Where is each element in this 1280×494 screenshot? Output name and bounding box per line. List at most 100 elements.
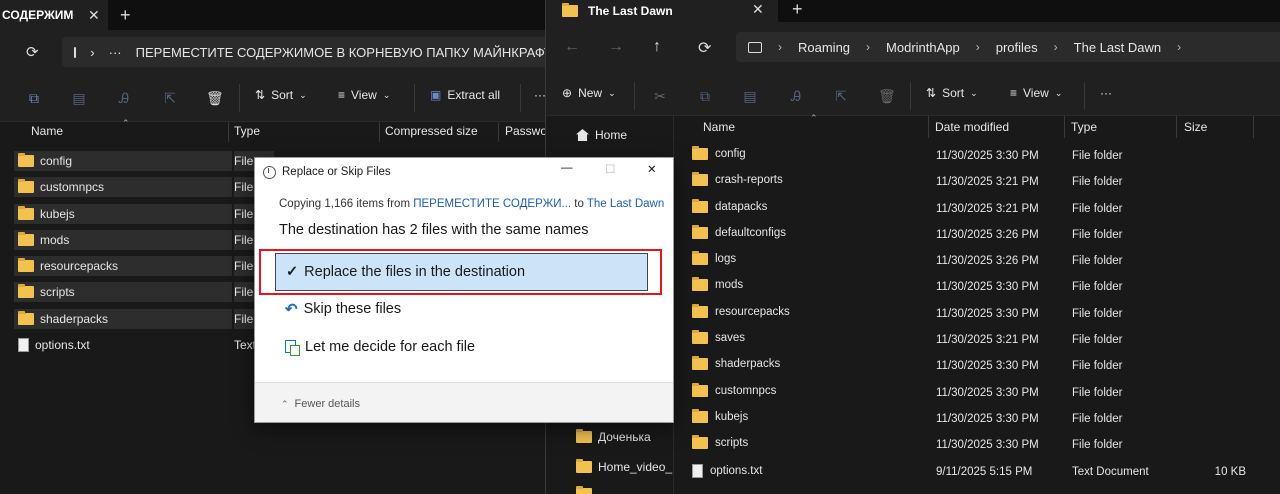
column-divider[interactable] <box>379 122 380 142</box>
right-tab[interactable]: The Last Dawn ✕ <box>546 0 778 22</box>
file-type: File folder <box>1072 202 1123 215</box>
table-row[interactable]: saves 11/30/2025 3:21 PM File folder <box>686 327 1276 353</box>
chevron-right-icon: › <box>1053 40 1058 54</box>
back-arrow-icon[interactable]: ← <box>564 38 580 56</box>
table-row[interactable]: resourcepacks 11/30/2025 3:30 PM File fold… <box>686 301 1276 327</box>
table-row[interactable]: scripts 11/30/2025 3:30 PM File folder <box>686 432 1276 458</box>
copy-source-link[interactable]: ПЕРЕМЕСТИТЕ СОДЕРЖИ... <box>413 198 571 210</box>
new-tab-icon[interactable]: + <box>792 0 803 20</box>
view-button[interactable]: ≡ View ⌄ <box>1010 86 1062 100</box>
table-row[interactable]: crash-reports 11/30/2025 3:21 PM File fold… <box>686 169 1276 195</box>
toolbar-divider <box>910 82 911 110</box>
column-divider[interactable] <box>1253 116 1254 138</box>
view-label: View <box>351 88 377 102</box>
close-icon[interactable]: ✕ <box>88 7 100 24</box>
column-divider[interactable] <box>1064 116 1065 138</box>
chevron-right-icon[interactable]: › <box>1177 40 1181 54</box>
column-type[interactable]: Type <box>1071 120 1097 134</box>
breadcrumb-item[interactable]: ModrinthApp <box>886 40 960 55</box>
copy-icon[interactable]: ⧉ <box>26 90 42 106</box>
view-button[interactable]: ≡ View ⌄ <box>338 88 390 102</box>
column-size[interactable]: Size <box>1184 120 1207 134</box>
maximize-icon[interactable]: ☐ <box>605 162 615 176</box>
table-row[interactable]: options.txt 9/11/2025 5:15 PM Text Documen… <box>686 459 1276 485</box>
up-arrow-icon[interactable]: ↑ <box>653 38 661 56</box>
table-row[interactable]: shaderpacks 11/30/2025 3:30 PM File folder <box>686 353 1276 379</box>
replace-files-option[interactable]: ✓ Replace the files in the destination <box>275 253 648 291</box>
folder-icon <box>692 224 708 239</box>
table-row[interactable]: kubejs 11/30/2025 3:30 PM File folder <box>686 406 1276 432</box>
folder-icon <box>692 172 708 187</box>
paste-icon[interactable]: ▤ <box>71 90 87 106</box>
table-row[interactable]: mods 11/30/2025 3:30 PM File folder <box>686 274 1276 300</box>
file-type: Text Document <box>1072 465 1149 478</box>
column-password[interactable]: Password <box>505 124 545 138</box>
chevron-up-icon: ⌃ <box>281 398 289 409</box>
breadcrumb-path[interactable]: ПЕРЕМЕСТИТЕ СОДЕРЖИМОЕ В КОРНЕВУЮ ПАПКУ … <box>136 45 545 60</box>
new-tab-icon[interactable]: + <box>120 5 131 26</box>
fewer-details-toggle[interactable]: ⌃ Fewer details <box>281 398 360 410</box>
toolbar-divider <box>414 84 415 112</box>
extract-all-button[interactable]: ▣ Extract all <box>430 88 500 102</box>
toolbar-divider <box>239 84 240 112</box>
nav-item-folder[interactable] <box>576 486 592 494</box>
file-type: File folder <box>1072 176 1123 189</box>
more-options-button[interactable]: ··· <box>534 88 545 102</box>
table-row[interactable]: datapacks 11/30/2025 3:21 PM File folder <box>686 196 1276 222</box>
sort-button[interactable]: ⇅ Sort ⌄ <box>926 86 978 100</box>
new-button[interactable]: ⊕ New ⌄ <box>562 86 616 100</box>
column-divider[interactable] <box>1176 116 1177 138</box>
clock-icon <box>263 165 276 179</box>
breadcrumb-item[interactable]: profiles <box>996 40 1038 55</box>
cut-icon[interactable]: ✂ <box>652 88 668 104</box>
more-options-button[interactable]: ··· <box>1100 86 1112 100</box>
column-name[interactable]: Name <box>703 120 735 134</box>
nav-item-folder[interactable]: Home_video_ <box>576 459 672 474</box>
decide-each-file-option[interactable]: Let me decide for each file <box>285 339 475 356</box>
copy-destination-link[interactable]: The Last Dawn <box>587 198 664 210</box>
file-name: mods <box>40 232 70 247</box>
dialog-title-bar[interactable]: Replace or Skip Files — ☐ ✕ <box>255 158 673 186</box>
share-icon[interactable]: ⇱ <box>162 90 178 106</box>
right-toolbar: ⊕ New ⌄ ✂ ⧉ ▤ Ꭿ ⇱ 🗑 ⇅ Sort ⌄ ≡ View ⌄ ··… <box>546 72 1280 116</box>
table-row[interactable]: logs 11/30/2025 3:26 PM File folder <box>686 248 1276 274</box>
column-divider[interactable] <box>498 122 499 142</box>
refresh-icon[interactable]: ⟳ <box>698 38 711 58</box>
close-icon[interactable]: ✕ <box>752 1 764 18</box>
breadcrumb-item[interactable]: The Last Dawn <box>1074 40 1161 55</box>
column-divider[interactable] <box>928 116 929 138</box>
file-date: 11/30/2025 3:30 PM <box>936 439 1039 452</box>
chevron-right-icon: › <box>866 40 871 54</box>
right-tab-bar: The Last Dawn ✕ + <box>546 0 1280 22</box>
close-icon[interactable]: ✕ <box>647 162 657 176</box>
minimize-icon[interactable]: — <box>561 162 573 174</box>
forward-arrow-icon[interactable]: → <box>608 38 624 56</box>
rename-icon[interactable]: Ꭿ <box>116 90 132 106</box>
table-row[interactable]: defaultconfigs 11/30/2025 3:26 PM File fol… <box>686 222 1276 248</box>
rename-icon[interactable]: Ꭿ <box>788 88 804 104</box>
table-row[interactable]: customnpcs 11/30/2025 3:30 PM File folder <box>686 380 1276 406</box>
nav-item-home[interactable]: Home <box>576 128 627 142</box>
ellipsis-icon[interactable]: ··· <box>109 45 122 60</box>
column-name[interactable]: Name <box>31 124 63 138</box>
sort-button[interactable]: ⇅ Sort ⌄ <box>255 88 307 102</box>
folder-icon <box>18 258 34 273</box>
paste-icon[interactable]: ▤ <box>742 88 758 104</box>
file-size: 10 KB <box>1214 465 1246 478</box>
share-icon[interactable]: ⇱ <box>833 88 849 104</box>
breadcrumb-item[interactable]: Roaming <box>798 40 850 55</box>
left-breadcrumb[interactable]: › ··· ПЕРЕМЕСТИТЕ СОДЕРЖИМОЕ В КОРНЕВУЮ … <box>62 37 545 67</box>
table-row[interactable]: config 11/30/2025 3:30 PM File folder <box>686 143 1276 169</box>
column-date-modified[interactable]: Date modified <box>935 120 1009 134</box>
copy-icon[interactable]: ⧉ <box>697 88 713 104</box>
delete-icon[interactable]: 🗑 <box>878 88 896 104</box>
refresh-icon[interactable]: ⟳ <box>26 43 39 61</box>
column-divider[interactable] <box>228 122 229 142</box>
left-tab[interactable]: СОДЕРЖИМОЕ ✕ <box>0 0 108 30</box>
column-type[interactable]: Type <box>234 124 260 138</box>
right-breadcrumb[interactable]: › Roaming › ModrinthApp › profiles › The… <box>736 32 1280 62</box>
delete-icon[interactable]: 🗑 <box>206 90 224 106</box>
nav-item-folder[interactable]: Доченька <box>576 429 651 444</box>
column-compressed-size[interactable]: Compressed size <box>385 124 478 138</box>
skip-files-option[interactable]: ↶ Skip these files <box>285 300 401 318</box>
